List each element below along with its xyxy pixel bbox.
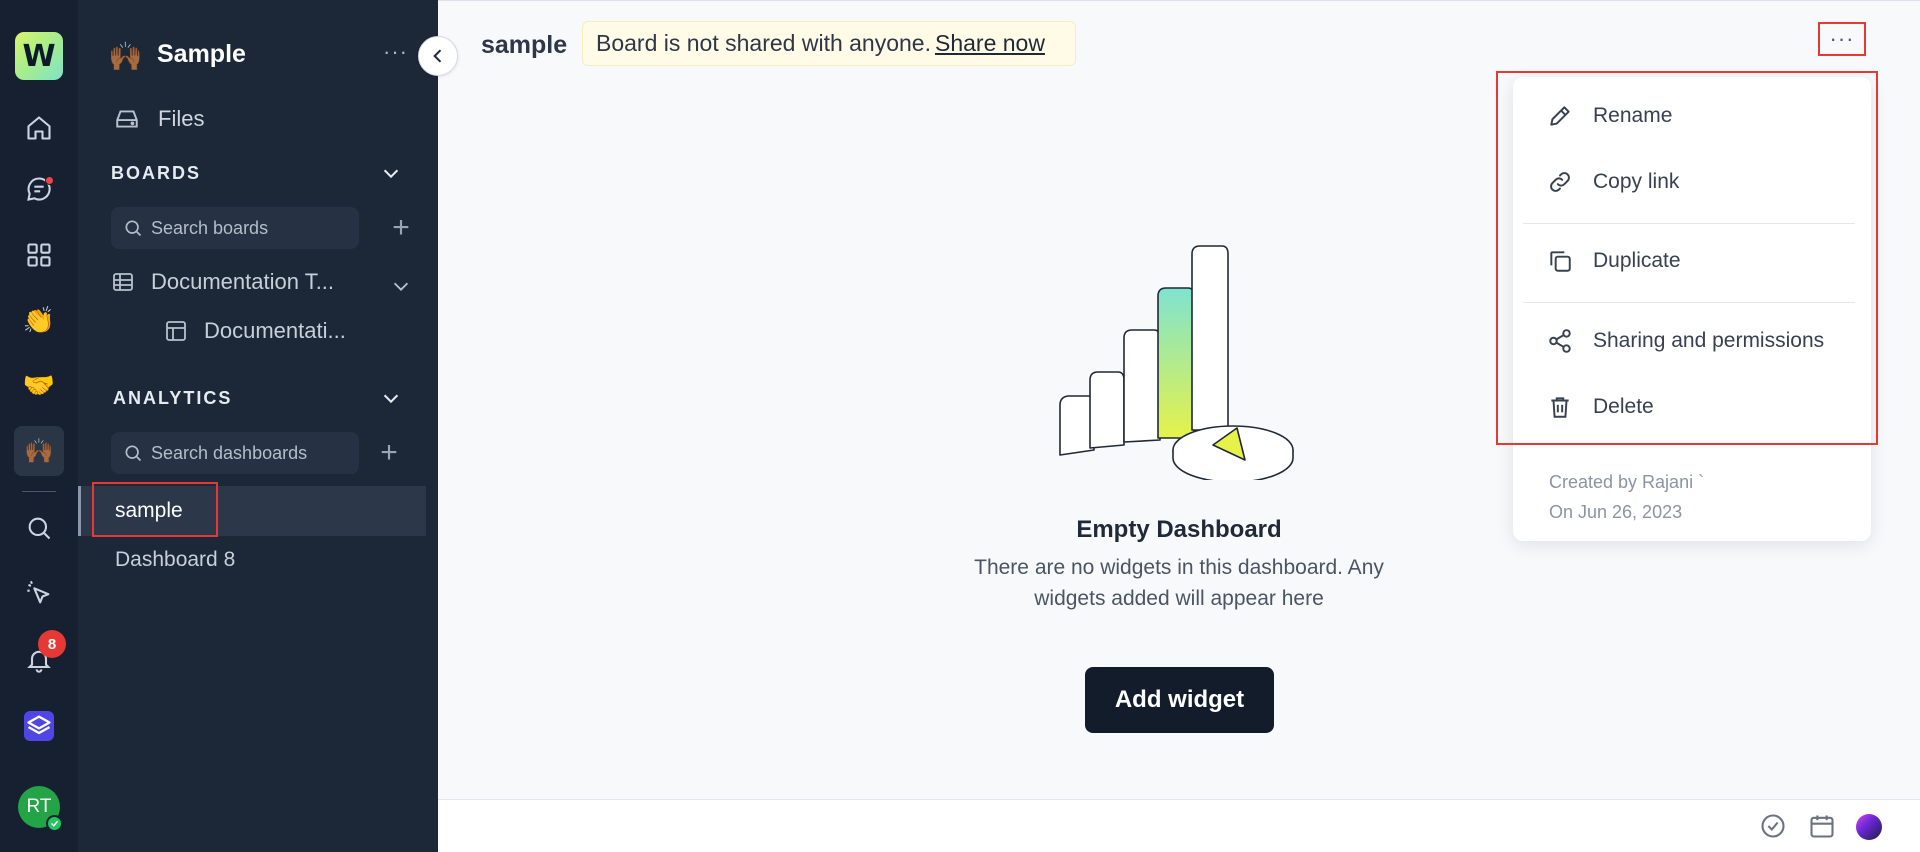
workspace-more-icon[interactable]: ··· [383,41,413,67]
check-circle-icon[interactable] [1759,812,1787,840]
empty-dashboard-illustration [1059,245,1294,480]
assistant-orb-icon[interactable] [1856,814,1882,840]
files-label: Files [158,106,205,131]
search-boards-placeholder: Search boards [151,217,269,238]
unread-dot [45,176,54,185]
search-dashboards-input[interactable]: Search dashboards [111,432,359,474]
chat-icon[interactable] [14,164,64,214]
top-border [438,0,1920,1]
chevron-left-icon [433,49,442,63]
add-board-icon[interactable]: + [388,213,414,243]
annotation-highlight-menu [1496,71,1878,445]
collapse-sidebar-button[interactable] [418,36,458,76]
board-name: Documentation T... [151,269,335,294]
add-dashboard-icon[interactable]: + [376,438,402,468]
empty-state-description: There are no widgets in this dashboard. … [974,556,1384,610]
workspace-emoji-icon[interactable]: 🙌🏾 [14,426,64,476]
table-icon [113,273,133,291]
share-banner: Board is not shared with anyone. Share n… [582,21,1076,66]
app-logo-letter: W [22,38,56,74]
more-options-icon: ··· [1829,26,1855,51]
subboard-item-documentation[interactable]: Documentati... [164,318,346,344]
board-item-documentation[interactable]: Documentation T... [111,269,334,295]
home-icon[interactable] [14,103,64,153]
bottom-bar [438,799,1920,852]
sidebar-item-files[interactable]: Files [114,106,204,132]
more-options-button[interactable]: ··· [1818,22,1866,56]
workspace-emoji: 🙌🏾 [108,41,143,72]
view-layout-icon [166,321,186,341]
stack-icon[interactable] [14,701,64,751]
app-logo[interactable]: W [15,32,63,80]
board-chevron-down-icon[interactable] [390,275,412,297]
rail-divider [22,491,56,492]
analytics-section-title: ANALYTICS [113,388,233,408]
cursor-sparkle-icon[interactable] [14,568,64,618]
clap-emoji-icon[interactable]: 👏 [14,295,64,345]
search-dashboards-placeholder: Search dashboards [151,442,308,463]
analytics-chevron-icon[interactable] [380,387,402,409]
online-check-icon [46,815,63,832]
apps-grid-icon[interactable] [14,230,64,280]
handshake-emoji-icon[interactable]: 🤝 [14,360,64,410]
share-now-link[interactable]: Share now [935,30,1045,57]
dashboard-item-dashboard-8[interactable]: Dashboard 8 [115,548,235,572]
sidebar: 🙌🏾 Sample ··· Files BOARDS Search boards… [78,0,438,852]
created-by-text: Created by Rajani ` [1549,472,1705,492]
boards-chevron-icon[interactable] [380,162,402,184]
add-widget-button[interactable]: Add widget [1085,667,1274,733]
boards-section-title: BOARDS [111,163,202,183]
notification-badge: 8 [38,630,66,658]
calendar-icon[interactable] [1808,812,1836,840]
app-rail: W 👏 🤝 🙌🏾 8 RT [0,0,78,852]
subboard-name: Documentati... [204,318,346,343]
search-boards-input[interactable]: Search boards [111,207,359,249]
page-title: sample [481,31,568,59]
share-banner-text: Board is not shared with anyone. [596,30,931,56]
workspace-title[interactable]: Sample [157,40,246,69]
search-icon [125,220,142,237]
search-icon [125,445,142,462]
drive-icon [116,110,138,128]
created-on-text: On Jun 26, 2023 [1549,502,1683,522]
